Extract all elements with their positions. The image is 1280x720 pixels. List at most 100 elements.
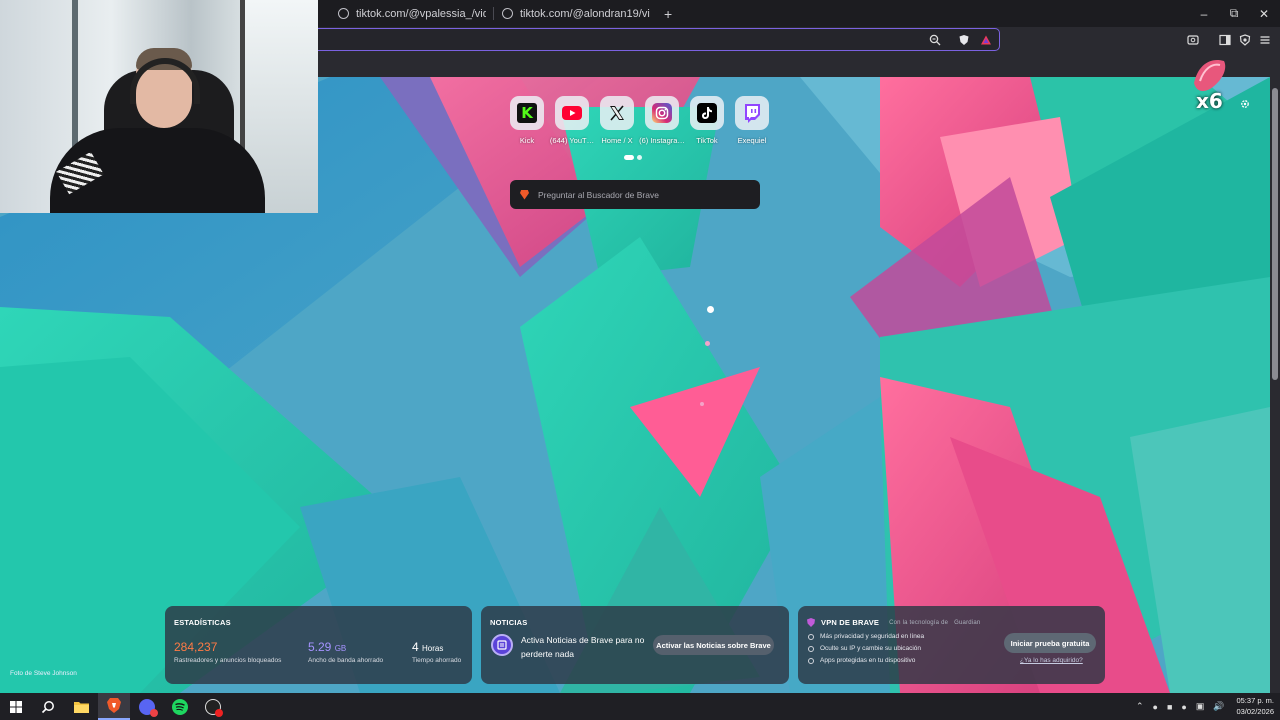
photo-credit[interactable]: Foto de Steve Johnson [10, 670, 77, 677]
file-explorer-icon[interactable] [65, 693, 97, 720]
page-dot[interactable] [637, 155, 642, 160]
network-app-icon[interactable]: ■ [1167, 702, 1172, 712]
news-card: NOTICIAS Activa Noticias de Brave para n… [481, 606, 789, 684]
vpn-feature: Más privacidad y seguridad en línea [808, 633, 924, 640]
clock-time: 05:37 p. m. [1236, 696, 1274, 705]
top-site-label: Kick [519, 136, 535, 145]
x-icon [600, 96, 634, 130]
multiplier-overlay: x6 [1188, 55, 1230, 117]
news-title: NOTICIAS [490, 618, 528, 627]
top-sites-pagination[interactable] [624, 155, 642, 160]
vpn-provider: Guardian [954, 619, 981, 626]
vpn-feature: Oculte su IP y cambie su ubicación [808, 645, 921, 652]
vpn-header: VPN DE BRAVE Con la tecnología de Guardi… [807, 618, 980, 627]
new-tab-button[interactable]: + [664, 0, 672, 27]
check-icon [808, 645, 814, 652]
bandwidth-unit: GB [334, 644, 347, 653]
time-value: 4 [412, 640, 419, 654]
multiplier-text: x6 [1196, 89, 1223, 113]
vpn-feature: Apps protegidas en tu dispositivo [808, 657, 915, 664]
taskbar-search-icon[interactable] [32, 693, 64, 720]
time-label: Tiempo ahorrado [412, 657, 462, 664]
windows-start-icon[interactable] [0, 693, 32, 720]
trackers-stat: 284,237 Rastreadores y anuncios bloquead… [174, 640, 281, 664]
menu-icon[interactable] [1258, 33, 1272, 47]
globe-icon [502, 8, 513, 19]
top-site-label: (644) YouT… [549, 136, 595, 145]
chevron-up-icon[interactable]: ⌃ [1136, 701, 1144, 712]
vpn-card: VPN DE BRAVE Con la tecnología de Guardi… [798, 606, 1105, 684]
customize-gear-icon[interactable] [1240, 96, 1250, 108]
tab-title: tiktok.com/@vpalessia_/video/7601… [356, 7, 486, 20]
obs-icon[interactable] [197, 693, 229, 720]
youtube-icon [555, 96, 589, 130]
search-placeholder: Preguntar al Buscador de Brave [538, 189, 659, 200]
vpn-feature-text: Más privacidad y seguridad en línea [820, 633, 925, 640]
top-sites: K Kick (644) YouT… Home / X (6) Instagra… [510, 96, 769, 145]
already-purchased-link[interactable]: ¿Ya lo has adquirido? [1020, 657, 1083, 664]
tab-tiktok-1[interactable]: tiktok.com/@vpalessia_/video/7601… [338, 0, 488, 27]
system-tray: ⌃ ● ■ ● ▣ 🔊 [1136, 693, 1225, 720]
top-site-youtube[interactable]: (644) YouT… [550, 96, 594, 145]
start-trial-button[interactable]: Iniciar prueba gratuita [1004, 633, 1096, 653]
trackers-value: 284,237 [174, 640, 218, 654]
vpn-powered-by: Con la tecnología de [889, 619, 949, 626]
brave-rewards-icon[interactable] [979, 33, 993, 47]
bandwidth-label: Ancho de banda ahorrado [308, 657, 384, 664]
bandwidth-value: 5.29 [308, 640, 332, 654]
top-site-label: TikTok [696, 136, 718, 145]
vpn-title: VPN DE BRAVE [821, 618, 880, 627]
news-icon [491, 634, 513, 656]
discord-icon[interactable] [131, 693, 163, 720]
speaker-icon[interactable]: 🔊 [1213, 701, 1224, 712]
bandwidth-stat: 5.29 GB Ancho de banda ahorrado [308, 640, 383, 664]
webcam-overlay [0, 0, 318, 213]
page-dot-active[interactable] [624, 155, 634, 160]
tab-title: tiktok.com/@alondran19/video/7602… [520, 7, 650, 20]
microphone-icon[interactable]: ● [1181, 702, 1186, 712]
stats-title: ESTADÍSTICAS [174, 618, 231, 627]
stats-card: ESTADÍSTICAS 284,237 Rastreadores y anun… [165, 606, 472, 684]
twitch-icon [735, 96, 769, 130]
vpn-feature-text: Apps protegidas en tu dispositivo [820, 657, 916, 664]
close-button[interactable]: ✕ [1247, 0, 1280, 27]
instagram-icon [645, 96, 679, 130]
wifi-icon[interactable]: ▣ [1196, 701, 1205, 712]
kick-icon: K [510, 96, 544, 130]
top-site-kick[interactable]: K Kick [510, 96, 544, 145]
news-description: Activa Noticias de Brave para no perdert… [521, 635, 645, 659]
top-site-x[interactable]: Home / X [600, 96, 634, 145]
brave-lion-icon [520, 189, 529, 200]
vpn-feature-text: Oculte su IP y cambie su ubicación [820, 645, 922, 652]
spotify-icon[interactable] [164, 693, 196, 720]
time-unit: Horas [422, 644, 444, 653]
brave-search-box[interactable]: Preguntar al Buscador de Brave [510, 180, 760, 209]
system-clock[interactable]: 05:37 p. m. 03/02/2026 [1226, 695, 1274, 717]
check-icon [808, 633, 814, 640]
top-site-label: Exequiel [737, 136, 767, 145]
top-site-instagram[interactable]: (6) Instagra… [639, 96, 685, 145]
clock-date: 03/02/2026 [1236, 707, 1274, 716]
top-site-tiktok[interactable]: TikTok [690, 96, 724, 145]
trackers-label: Rastreadores y anuncios bloqueados [174, 657, 282, 664]
top-site-label: (6) Instagra… [639, 136, 685, 145]
tiktok-icon [690, 96, 724, 130]
brave-taskbar-icon[interactable] [98, 693, 130, 720]
activate-news-button[interactable]: Activar las Noticias sobre Brave [653, 635, 774, 655]
vpn-shield-icon [807, 618, 815, 627]
vpn-icon[interactable] [1238, 33, 1252, 47]
scrollbar-thumb[interactable] [1272, 88, 1278, 380]
steam-icon[interactable]: ● [1153, 702, 1158, 712]
restore-button[interactable]: ⧉ [1217, 0, 1251, 27]
top-site-twitch[interactable]: Exequiel [735, 96, 769, 145]
minimize-button[interactable]: – [1187, 0, 1221, 27]
address-bar[interactable] [312, 28, 1000, 51]
globe-icon [338, 8, 349, 19]
brave-shields-icon[interactable] [957, 33, 971, 47]
tab-tiktok-2[interactable]: tiktok.com/@alondran19/video/7602… [502, 0, 652, 27]
tab-search-icon[interactable] [1186, 33, 1200, 47]
top-site-label: Home / X [601, 136, 633, 145]
sidebar-icon[interactable] [1218, 33, 1232, 47]
zoom-icon[interactable] [928, 33, 942, 47]
time-stat: 4 Horas Tiempo ahorrado [412, 640, 461, 664]
